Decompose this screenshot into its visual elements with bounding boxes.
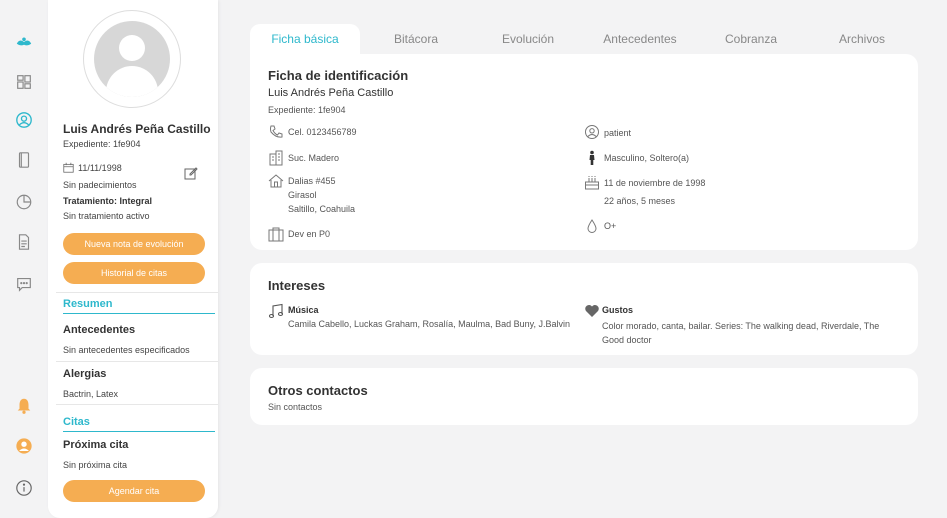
contactos-value: Sin contactos xyxy=(268,402,323,412)
patient-panel: Luis Andrés Peña Castillo Expediente: 1f… xyxy=(48,0,218,518)
ficha-birth: 11 de noviembre de 1998 xyxy=(604,178,706,188)
tab-ficha-basica[interactable]: Ficha básica xyxy=(250,24,360,54)
proxima-cita-value: Sin próxima cita xyxy=(63,460,128,470)
antecedentes-label: Antecedentes xyxy=(63,324,136,336)
briefcase-icon xyxy=(268,226,284,242)
ficha-age: 22 años, 5 meses xyxy=(604,196,676,206)
tab-bitacora[interactable]: Bitácora xyxy=(360,24,472,54)
proxima-cita-label: Próxima cita xyxy=(63,439,129,451)
patient-tabs: Ficha básica Bitácora Evolución Antecede… xyxy=(250,24,918,54)
musica-label: Música xyxy=(288,305,319,315)
home-icon xyxy=(268,173,284,189)
tab-cobranza[interactable]: Cobranza xyxy=(696,24,806,54)
icon-rail xyxy=(0,0,48,518)
divider xyxy=(56,292,218,293)
alergias-value: Bactrin, Latex xyxy=(63,389,119,399)
calendar-icon xyxy=(63,162,74,173)
patient-dob: 11/11/1998 xyxy=(63,162,122,173)
patient-name: Luis Andrés Peña Castillo xyxy=(63,122,211,136)
ficha-blood: O+ xyxy=(604,221,617,231)
alergias-label: Alergias xyxy=(63,368,107,380)
user-circle-icon xyxy=(584,124,600,140)
ficha-address-1: Dalias #455 xyxy=(288,176,336,186)
contactos-title: Otros contactos xyxy=(268,383,368,398)
tab-archivos[interactable]: Archivos xyxy=(806,24,918,54)
heart-icon xyxy=(584,303,600,319)
divider xyxy=(56,361,218,362)
intereses-card: Intereses Música Camila Cabello, Luckas … xyxy=(250,263,918,355)
person-icon xyxy=(584,150,600,166)
ficha-address-3: Saltillo, Coahuila xyxy=(288,204,356,214)
info-icon[interactable] xyxy=(14,478,34,498)
ficha-name: Luis Andrés Peña Castillo xyxy=(268,87,394,99)
appointment-history-button[interactable]: Historial de citas xyxy=(63,262,205,284)
intereses-title: Intereses xyxy=(268,278,326,293)
schedule-appointment-button[interactable]: Agendar cita xyxy=(63,480,205,502)
ficha-card: Ficha de identificación Luis Andrés Peña… xyxy=(250,54,918,250)
citas-title: Citas xyxy=(63,416,215,432)
blood-drop-icon xyxy=(584,218,600,234)
patient-expediente: Expediente: 1fe904 xyxy=(63,139,141,149)
documents-icon[interactable] xyxy=(14,232,34,252)
messages-icon[interactable] xyxy=(14,274,34,294)
new-evolution-note-button[interactable]: Nueva nota de evolución xyxy=(63,233,205,255)
ficha-gender-status: Masculino, Soltero(a) xyxy=(604,153,690,163)
tratamiento-label: Tratamiento: Integral xyxy=(63,196,153,206)
ficha-role: patient xyxy=(604,128,632,138)
reports-icon[interactable] xyxy=(14,192,34,212)
ficha-title: Ficha de identificación xyxy=(268,68,409,83)
tratamiento-status: Sin tratamiento activo xyxy=(63,211,150,221)
ficha-expediente: Expediente: 1fe904 xyxy=(268,105,346,115)
antecedentes-value: Sin antecedentes especificados xyxy=(63,345,190,355)
gustos-value: Color morado, canta, bailar. Series: The… xyxy=(602,321,880,345)
musica-value: Camila Cabello, Luckas Graham, Rosalía, … xyxy=(288,319,570,329)
user-icon[interactable] xyxy=(14,436,34,456)
tab-antecedentes[interactable]: Antecedentes xyxy=(584,24,696,54)
ficha-phone: Cel. 0123456789 xyxy=(288,127,357,137)
divider xyxy=(56,404,218,405)
resumen-title: Resumen xyxy=(63,298,215,314)
tab-evolucion[interactable]: Evolución xyxy=(472,24,584,54)
avatar-placeholder-icon xyxy=(94,21,170,97)
gustos-label: Gustos xyxy=(602,305,634,315)
music-icon xyxy=(268,303,284,319)
avatar[interactable] xyxy=(83,10,181,108)
logo-icon[interactable] xyxy=(14,32,34,52)
ficha-sucursal: Suc. Madero xyxy=(288,153,340,163)
birthday-icon xyxy=(584,174,600,190)
patient-dob-value: 11/11/1998 xyxy=(78,162,122,173)
bell-icon[interactable] xyxy=(14,396,34,416)
building-icon xyxy=(268,150,284,166)
patients-icon[interactable] xyxy=(14,110,34,130)
contactos-card: Otros contactos Sin contactos xyxy=(250,368,918,425)
ficha-address-2: Girasol xyxy=(288,190,317,200)
dashboard-icon[interactable] xyxy=(14,72,34,92)
edit-icon[interactable] xyxy=(184,166,198,180)
padecimientos: Sin padecimientos xyxy=(63,180,137,190)
ficha-ocupacion: Dev en P0 xyxy=(288,229,331,239)
phone-icon xyxy=(268,124,284,140)
agenda-icon[interactable] xyxy=(14,150,34,170)
